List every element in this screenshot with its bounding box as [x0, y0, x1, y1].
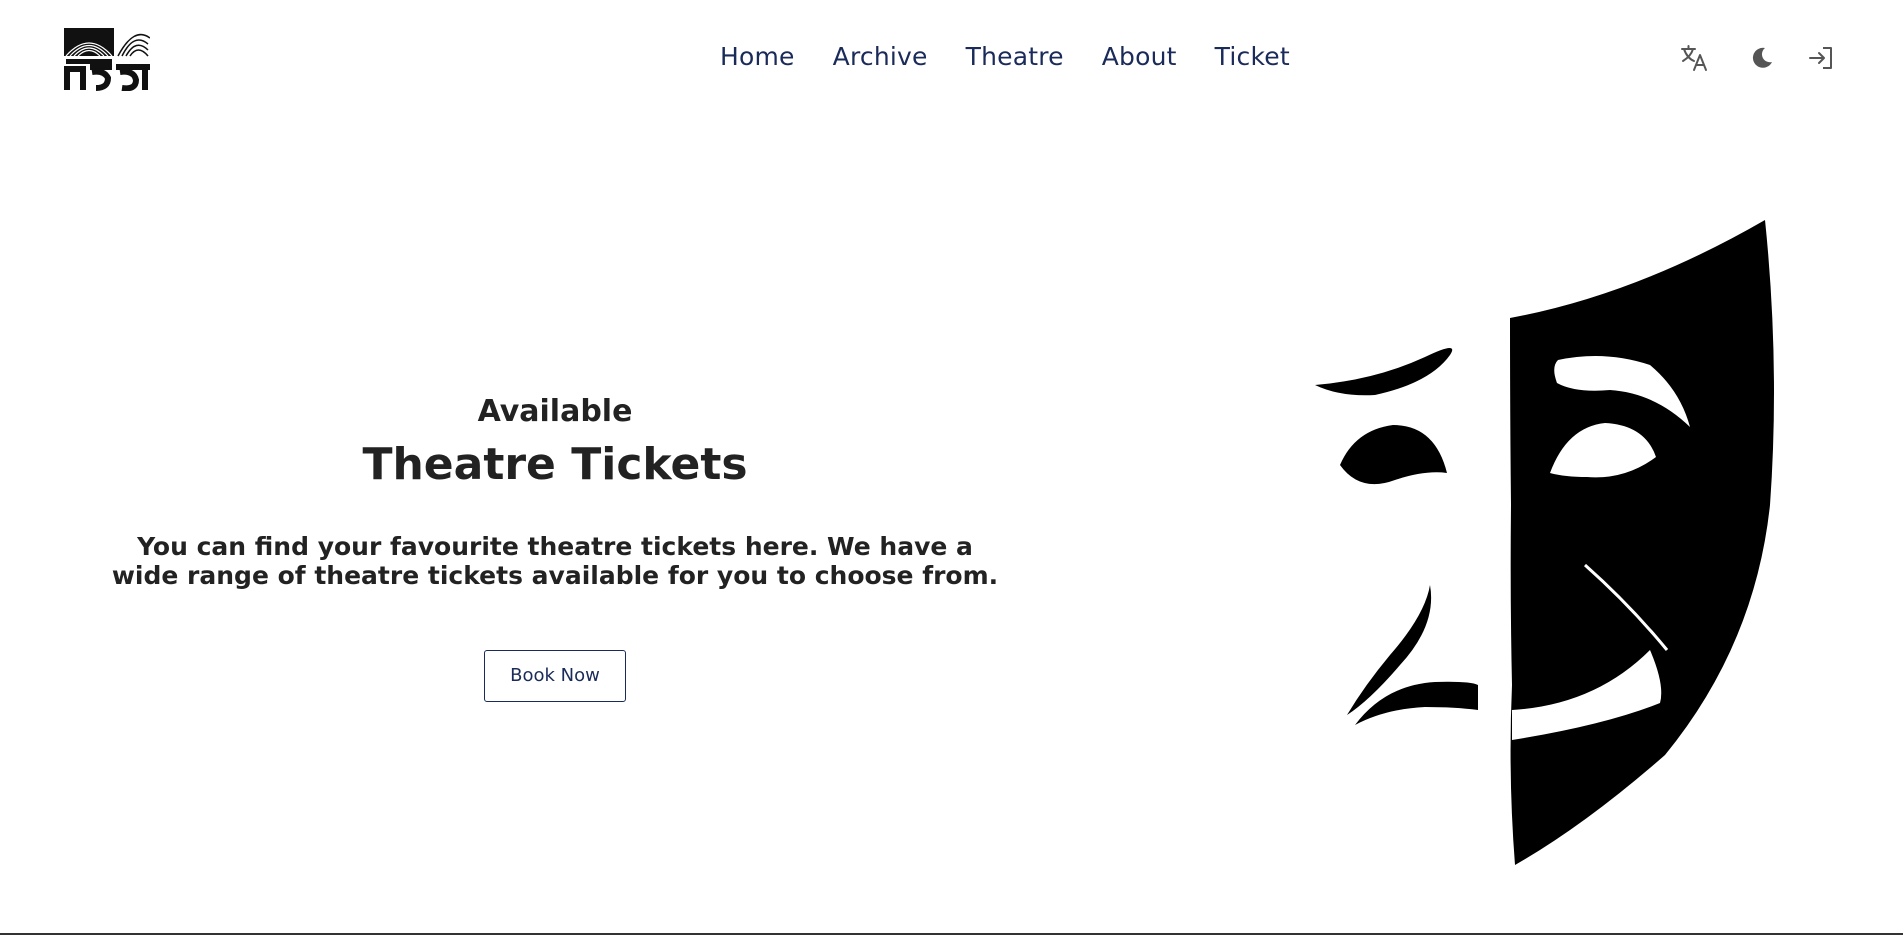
natok-logo-icon [64, 28, 150, 91]
hero-headline: Theatre Tickets [362, 439, 748, 490]
theatre-masks-illustration [1305, 215, 1785, 870]
translate-button[interactable] [1678, 42, 1710, 74]
main-nav: Home Archive Theatre About Ticket [720, 40, 1290, 74]
book-now-button[interactable]: Book Now [484, 650, 626, 702]
login-button[interactable] [1805, 42, 1837, 74]
page: Home Archive Theatre About Ticket Availa [0, 0, 1903, 935]
login-icon [1809, 47, 1832, 69]
nav-about[interactable]: About [1102, 40, 1177, 74]
nav-archive[interactable]: Archive [833, 40, 928, 74]
hero-section: Available Theatre Tickets You can find y… [90, 390, 1020, 702]
nav-theatre[interactable]: Theatre [966, 40, 1064, 74]
header: Home Archive Theatre About Ticket [0, 0, 1903, 115]
moon-icon [1752, 47, 1772, 68]
theatre-masks-icon [1315, 220, 1774, 865]
nav-home[interactable]: Home [720, 40, 795, 74]
site-logo[interactable] [64, 26, 150, 91]
hero-description: You can find your favourite theatre tick… [111, 532, 999, 590]
nav-ticket[interactable]: Ticket [1215, 40, 1290, 74]
theme-toggle-button[interactable] [1746, 42, 1778, 74]
hero-eyebrow: Available [477, 394, 633, 429]
translate-icon [1681, 45, 1707, 71]
